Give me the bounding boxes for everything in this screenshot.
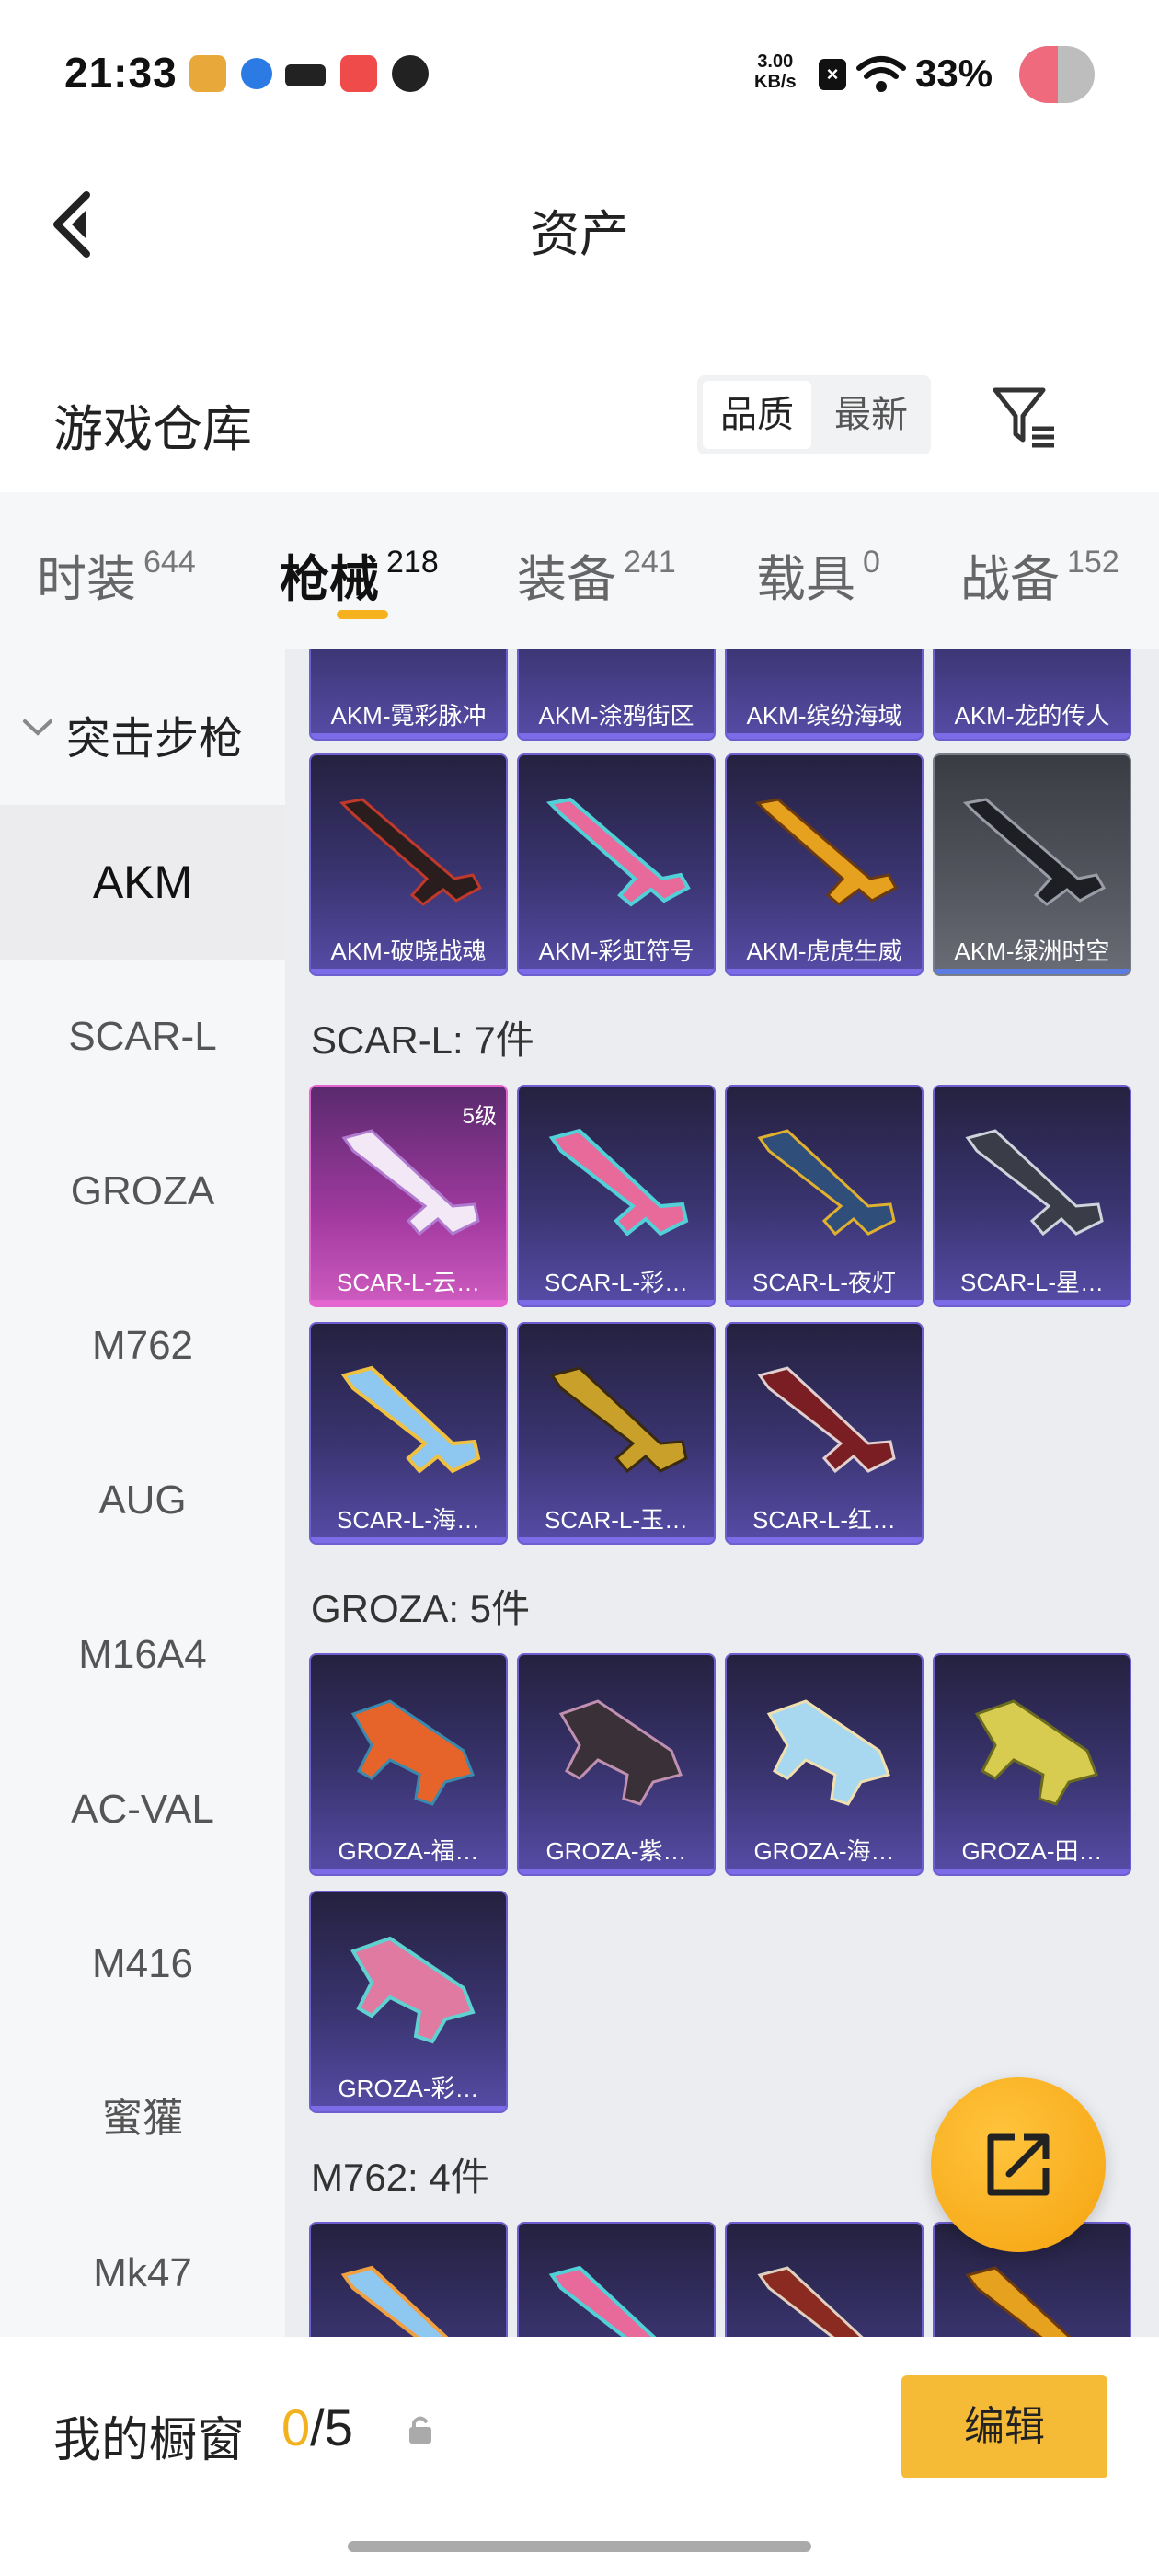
app-notification-icon bbox=[285, 64, 326, 86]
showcase-title: 我的橱窗 bbox=[53, 2414, 246, 2467]
app-notification-icon bbox=[241, 58, 272, 89]
weapon-card[interactable]: AKM-破晓战魂 bbox=[309, 753, 508, 976]
section-title-groza: GROZA: 5件 bbox=[311, 1587, 531, 1630]
active-tab-indicator bbox=[337, 610, 388, 619]
sidebar-item-m762[interactable]: M762 bbox=[0, 1269, 285, 1423]
sidebar-item-m16a4[interactable]: M16A4 bbox=[0, 1578, 285, 1732]
battery-level: 33% bbox=[915, 52, 993, 95]
rifle-icon bbox=[754, 798, 899, 906]
sort-toggle: 品质 最新 bbox=[697, 375, 931, 454]
sidebar-item-honey-badger[interactable]: 蜜獾 bbox=[0, 2041, 285, 2196]
sidebar-item-groza[interactable]: GROZA bbox=[0, 1114, 285, 1269]
rifle-icon bbox=[350, 1699, 475, 1806]
tab-gear[interactable]: 战备 152 bbox=[960, 538, 1119, 611]
weapon-card[interactable] bbox=[517, 2222, 716, 2337]
weapon-card[interactable]: SCAR-L-玉… bbox=[517, 1322, 716, 1545]
rifle-icon bbox=[558, 1699, 683, 1806]
rifle-icon bbox=[757, 2266, 864, 2337]
rifle-icon bbox=[340, 2265, 449, 2337]
status-bar: 21:33 3.00 KB/s × 33% bbox=[0, 0, 1159, 147]
weapon-card[interactable]: GROZA-福… bbox=[309, 1653, 508, 1876]
header: 资产 bbox=[0, 147, 1159, 304]
section-title-m762: M762: 4件 bbox=[311, 2156, 489, 2199]
warehouse-title: 游戏仓库 bbox=[53, 402, 252, 457]
weapon-card[interactable]: AKM-涂鸦街区 bbox=[517, 649, 716, 741]
wifi-icon bbox=[856, 56, 906, 92]
sidebar-item-akm[interactable]: AKM bbox=[0, 805, 285, 960]
rifle-icon bbox=[965, 1129, 1104, 1236]
sidebar-item-ac-val[interactable]: AC-VAL bbox=[0, 1732, 285, 1887]
weapon-card[interactable] bbox=[725, 2222, 924, 2337]
weapon-card[interactable]: SCAR-L-夜灯 bbox=[725, 1085, 924, 1307]
weapon-card[interactable]: AKM-霓彩脉冲 bbox=[309, 649, 508, 741]
share-icon bbox=[987, 2133, 1050, 2196]
tab-costume[interactable]: 时装 644 bbox=[37, 538, 196, 611]
edit-button[interactable]: 编辑 bbox=[901, 2375, 1107, 2478]
sidebar-item-m416[interactable]: M416 bbox=[0, 1887, 285, 2041]
showcase-bar: 我的橱窗 0/5 编辑 bbox=[0, 2337, 1159, 2576]
weapon-card[interactable]: AKM-龙的传人 bbox=[933, 649, 1131, 741]
app-notification-icon bbox=[340, 55, 377, 92]
weapon-card[interactable]: AKM-缤纷海域 bbox=[725, 649, 924, 741]
weapon-card[interactable]: 5级 SCAR-L-云… bbox=[309, 1085, 508, 1307]
weapon-card[interactable]: SCAR-L-海… bbox=[309, 1322, 508, 1545]
sidebar-category-label: 突击步枪 bbox=[66, 715, 244, 764]
weapon-card[interactable]: AKM-彩虹符号 bbox=[517, 753, 716, 976]
rifle-icon bbox=[962, 798, 1107, 906]
weapon-card[interactable]: SCAR-L-红… bbox=[725, 1322, 924, 1545]
filter-icon[interactable] bbox=[990, 381, 1060, 451]
warehouse-row: 游戏仓库 品质 最新 bbox=[0, 368, 1159, 488]
lock-icon bbox=[409, 2416, 431, 2444]
rifle-icon bbox=[350, 1936, 476, 2044]
weapon-card[interactable]: GROZA-紫… bbox=[517, 1653, 716, 1876]
weapon-card[interactable]: GROZA-彩… bbox=[309, 1891, 508, 2113]
chevron-down-icon bbox=[23, 719, 52, 736]
rifle-icon bbox=[549, 1366, 688, 1474]
share-button[interactable] bbox=[931, 2077, 1106, 2252]
app-notification-icon bbox=[392, 55, 429, 92]
sort-quality-button[interactable]: 品质 bbox=[703, 381, 811, 449]
rifle-icon bbox=[548, 2265, 657, 2337]
page-title: 资产 bbox=[530, 207, 629, 262]
weapon-card[interactable]: SCAR-L-星… bbox=[933, 1085, 1131, 1307]
rifle-icon bbox=[548, 1128, 689, 1236]
category-tabs: 时装 644 枪械 218 装备 241 载具 0 战备 152 bbox=[0, 492, 1159, 649]
sort-newest-button[interactable]: 最新 bbox=[817, 381, 925, 449]
sidebar-item-scar-l[interactable]: SCAR-L bbox=[0, 960, 285, 1114]
sim-off-icon: × bbox=[819, 59, 846, 90]
rifle-icon bbox=[757, 1366, 896, 1474]
status-time: 21:33 bbox=[64, 49, 178, 97]
rifle-icon bbox=[340, 1365, 481, 1474]
sidebar-category[interactable]: 突击步枪 bbox=[0, 649, 285, 805]
rifle-icon bbox=[965, 2266, 1072, 2337]
tab-firearms[interactable]: 枪械 218 bbox=[280, 538, 439, 611]
home-indicator[interactable] bbox=[348, 2541, 811, 2552]
rifle-icon bbox=[974, 1699, 1098, 1806]
app-notification-icon bbox=[189, 55, 226, 92]
rifle-icon bbox=[545, 797, 691, 907]
weapon-sidebar: 突击步枪 AKM SCAR-L GROZA M762 AUG M16A4 AC-… bbox=[0, 649, 285, 2337]
weapon-card[interactable]: SCAR-L-彩… bbox=[517, 1085, 716, 1307]
battery-avatar-icon bbox=[1019, 46, 1095, 103]
tab-equipment[interactable]: 装备 241 bbox=[517, 538, 676, 611]
weapon-card[interactable]: AKM-虎虎生威 bbox=[725, 753, 924, 976]
weapon-card[interactable]: GROZA-海… bbox=[725, 1653, 924, 1876]
weapon-card[interactable] bbox=[309, 2222, 508, 2337]
sidebar-item-aug[interactable]: AUG bbox=[0, 1423, 285, 1578]
rifle-icon bbox=[766, 1699, 890, 1806]
weapon-card[interactable]: GROZA-田… bbox=[933, 1653, 1131, 1876]
rifle-icon bbox=[757, 1129, 896, 1236]
weapon-card[interactable]: AKM-绿洲时空 bbox=[933, 753, 1131, 976]
tab-vehicles[interactable]: 载具 0 bbox=[756, 538, 880, 611]
showcase-count: 0/5 bbox=[281, 2398, 353, 2456]
rifle-icon bbox=[339, 798, 483, 906]
section-title-scar-l: SCAR-L: 7件 bbox=[311, 1018, 534, 1062]
rifle-icon bbox=[341, 1129, 480, 1236]
network-speed: 3.00 KB/s bbox=[754, 52, 797, 92]
sidebar-item-mk47[interactable]: Mk47 bbox=[0, 2196, 285, 2337]
